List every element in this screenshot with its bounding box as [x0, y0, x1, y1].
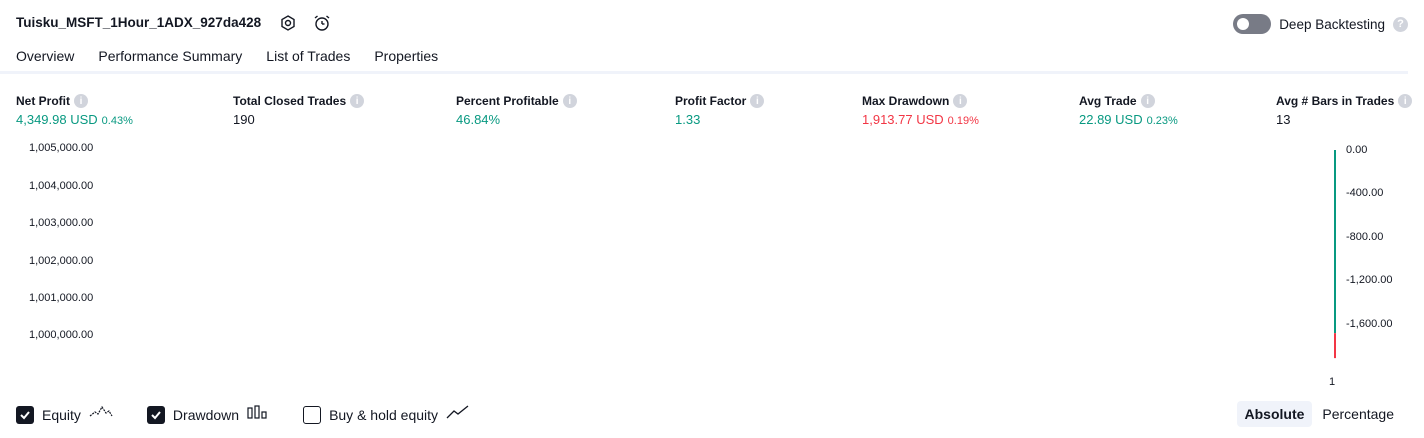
metric-value: 1.33 — [675, 112, 701, 127]
tab-overview[interactable]: Overview — [16, 48, 75, 74]
info-icon[interactable]: i — [1398, 94, 1413, 108]
metric-value: 1,913.77 USD — [862, 112, 944, 127]
legend-label: Equity — [42, 406, 81, 423]
deep-backtesting-toggle[interactable] — [1233, 14, 1272, 34]
deep-backtesting-label: Deep Backtesting — [1279, 16, 1385, 32]
x-tick: 1 — [1329, 376, 1336, 388]
absolute-button[interactable]: Absolute — [1236, 401, 1313, 427]
chart-plot-area — [1334, 150, 1336, 359]
percentage-button[interactable]: Percentage — [1314, 401, 1402, 427]
equity-line-icon — [89, 404, 113, 425]
info-icon[interactable]: i — [74, 94, 88, 108]
chart-legend: Equity Drawdown Buy & hold equity — [16, 404, 504, 425]
help-icon[interactable]: ? — [1393, 16, 1408, 32]
deep-backtesting: Deep Backtesting ? — [1233, 14, 1408, 34]
metric-percent: 0.19% — [947, 115, 979, 127]
info-icon[interactable]: i — [562, 94, 577, 108]
legend-drawdown[interactable]: Drawdown — [146, 404, 269, 425]
drawdown-bars-icon — [247, 404, 269, 425]
metric-value: 46.84% — [456, 112, 501, 127]
tab-list-of-trades[interactable]: List of Trades — [266, 48, 350, 71]
equity-drawdown-chart[interactable]: 1,005,000.00 1,004,000.00 1,003,000.00 1… — [0, 140, 1424, 395]
metric-label: Avg Trade — [1079, 94, 1137, 108]
metric-percent: 0.23% — [1146, 115, 1178, 127]
metric-label: Profit Factor — [675, 94, 747, 108]
checkbox-unchecked[interactable] — [303, 405, 322, 424]
legend-label: Buy & hold equity — [329, 406, 439, 423]
metric-label: Max Drawdown — [862, 94, 950, 108]
metric-max-drawdown: Max Drawdown i 1,913.77 USD 0.19% — [862, 94, 979, 127]
strategy-title: Tuisku_MSFT_1Hour_1ADX_927da428 — [16, 15, 262, 30]
metric-label: Avg # Bars in Trades — [1276, 94, 1395, 108]
metric-percent-profitable: Percent Profitable i 46.84% — [456, 94, 577, 127]
buy-hold-line-icon — [446, 404, 470, 425]
toggle-knob — [1237, 18, 1250, 30]
metric-profit-factor: Profit Factor i 1.33 — [675, 94, 765, 127]
checkbox-checked[interactable] — [16, 405, 34, 424]
info-icon[interactable]: i — [953, 94, 968, 108]
tab-divider — [0, 71, 1408, 74]
settings-icon[interactable] — [278, 13, 298, 33]
tab-properties[interactable]: Properties — [374, 48, 438, 71]
tab-performance-summary[interactable]: Performance Summary — [98, 48, 242, 71]
legend-buy-hold-equity[interactable]: Buy & hold equity — [303, 404, 470, 425]
metric-percent: 0.43% — [101, 115, 133, 127]
metric-label: Total Closed Trades — [233, 94, 347, 108]
checkbox-checked[interactable] — [146, 405, 165, 424]
info-icon[interactable]: i — [350, 94, 365, 108]
info-icon[interactable]: i — [750, 94, 765, 108]
metric-value: 13 — [1276, 112, 1291, 127]
metric-label: Net Profit — [16, 94, 70, 108]
metric-value: 4,349.98 USD — [16, 112, 98, 127]
metric-value: 22.89 USD — [1079, 112, 1143, 127]
metric-label: Percent Profitable — [456, 94, 559, 108]
value-mode-toggle: Absolute Percentage — [1236, 401, 1403, 427]
metric-total-closed-trades: Total Closed Trades i 190 — [233, 94, 365, 127]
legend-equity[interactable]: Equity — [16, 404, 113, 425]
metric-net-profit: Net Profit i 4,349.98 USD 0.43% — [16, 94, 133, 127]
metric-avg-bars: Avg # Bars in Trades i 13 — [1276, 94, 1413, 127]
alarm-clock-icon[interactable] — [312, 13, 332, 33]
tab-bar: Overview Performance Summary List of Tra… — [16, 48, 462, 74]
metric-avg-trade: Avg Trade i 22.89 USD 0.23% — [1079, 94, 1178, 127]
info-icon[interactable]: i — [1140, 94, 1155, 108]
legend-label: Drawdown — [172, 406, 240, 423]
metric-value: 190 — [233, 112, 255, 127]
